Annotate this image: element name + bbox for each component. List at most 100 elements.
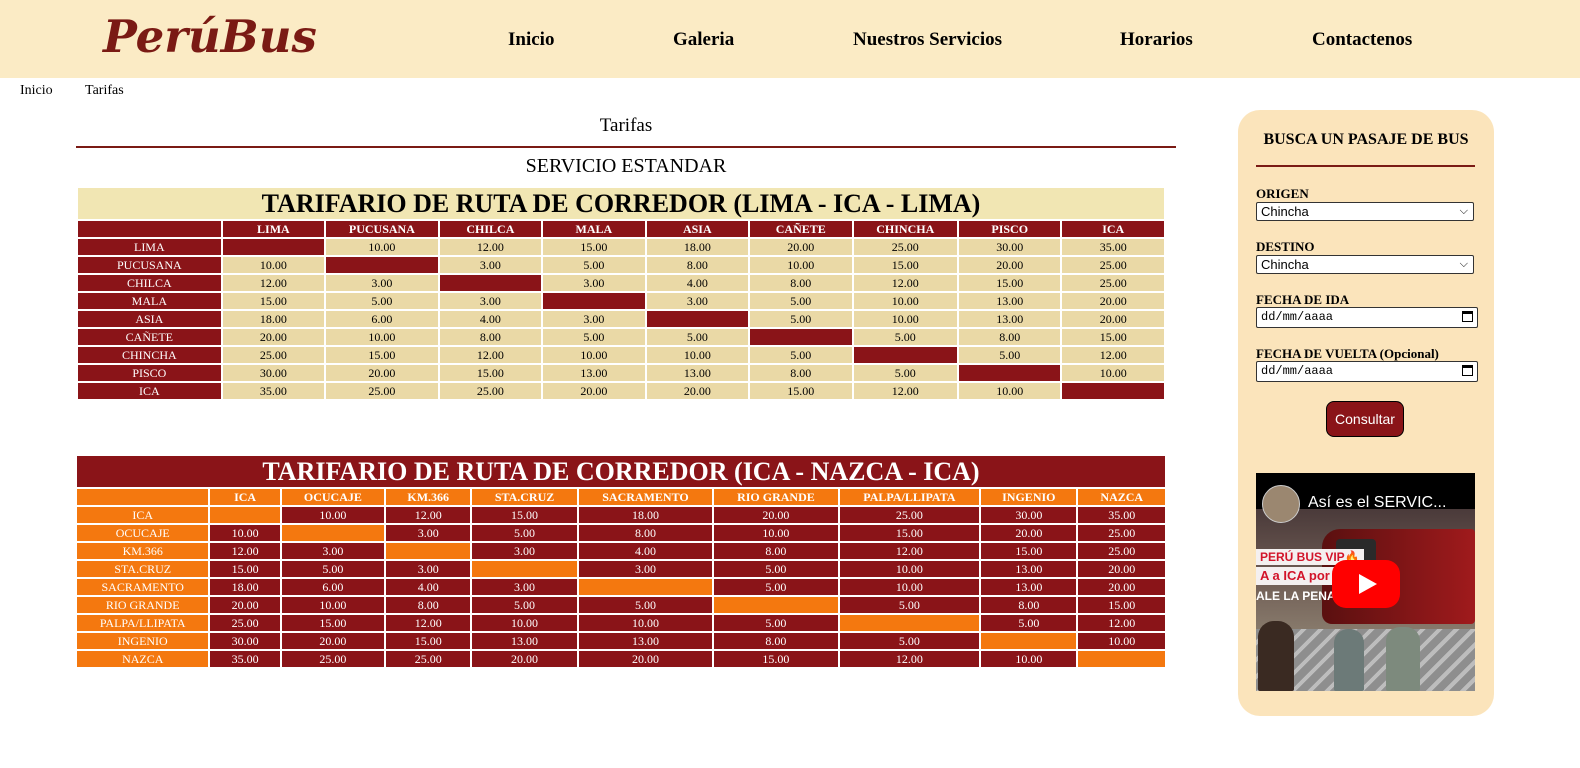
fare-cell: 18.00 [210,579,280,595]
fare-cell: 12.00 [1062,347,1164,363]
nav-galeria[interactable]: Galeria [673,28,734,52]
fare-cell: 12.00 [386,615,471,631]
fare-cell: 12.00 [853,383,957,399]
fare-cell: 10.00 [222,257,325,273]
fare-cell: 5.00 [326,293,438,309]
site-logo[interactable]: PerúBus [103,8,317,66]
consultar-button[interactable]: Consultar [1326,401,1404,437]
destino-select[interactable]: Chincha ⌵ [1256,255,1474,274]
column-header: MALA [543,221,645,237]
table-row: STA.CRUZ 15.00 5.00 3.00 3.00 5.00 10.00 13.00 2… [77,561,1165,577]
nav-contactenos[interactable]: Contactenos [1312,28,1412,52]
fecha-ida-placeholder: dd/mm/aaaa [1261,310,1334,324]
fare-cell: 12.00 [386,507,471,523]
fare-cell: 25.00 [1078,543,1165,559]
fecha-vuelta-input[interactable]: dd/mm/aaaa [1256,361,1478,382]
row-label: PUCUSANA [78,257,221,273]
fare-cell: 13.00 [958,293,1061,309]
column-header: LIMA [222,221,325,237]
breadcrumb-tarifas: Tarifas [85,83,124,98]
diagonal-cell [543,293,645,309]
diagonal-cell [958,365,1061,381]
fare-cell: 5.00 [646,329,749,345]
fare-cell: 5.00 [853,329,957,345]
fare-cell: 15.00 [1062,329,1164,345]
chevron-down-icon: ⌵ [1459,258,1468,270]
fare-cell: 15.00 [1078,597,1165,613]
fare-cell: 3.00 [439,293,542,309]
fare-cell: 13.00 [646,365,749,381]
column-header: PISCO [958,221,1061,237]
column-header: INGENIO [981,489,1077,505]
table-row: ASIA 18.00 6.00 4.00 3.00 5.00 10.00 13.00 20.00 [78,311,1164,327]
fare-cell: 25.00 [1078,525,1165,541]
fare-cell: 10.00 [839,579,980,595]
table-caption: TARIFARIO DE RUTA DE CORREDOR (ICA - NAZ… [77,456,1165,487]
row-label: CHINCHA [78,347,221,363]
calendar-icon[interactable] [1462,365,1473,376]
fare-cell: 30.00 [222,365,325,381]
fecha-ida-input[interactable]: dd/mm/aaaa [1256,307,1478,328]
video-embed[interactable]: PERÚ BUS VIP🔥 A a ICA por S/50 ALE LA PE… [1256,473,1475,691]
nav-inicio[interactable]: Inicio [508,28,554,52]
fare-cell: 12.00 [222,275,325,291]
fare-cell: 15.00 [210,561,280,577]
fare-cell: 4.00 [439,311,542,327]
fare-cell: 5.00 [281,561,385,577]
fare-cell: 12.00 [853,275,957,291]
video-title[interactable]: Así es el SERVIC... [1308,493,1473,513]
fare-cell: 3.00 [543,311,645,327]
fare-cell: 13.00 [472,633,577,649]
column-header: PALPA/LLIPATA [839,489,980,505]
play-icon[interactable] [1332,560,1400,608]
fare-cell: 8.00 [750,275,852,291]
fare-cell: 10.00 [281,597,385,613]
fare-cell: 5.00 [958,347,1061,363]
row-label: ASIA [78,311,221,327]
fare-cell: 20.00 [1062,311,1164,327]
channel-avatar[interactable] [1262,485,1300,523]
fare-cell: 5.00 [714,561,838,577]
diagonal-cell [981,633,1077,649]
diagonal-cell [1078,651,1165,667]
column-header: CHINCHA [853,221,957,237]
corner-cell [78,221,221,237]
fare-cell: 3.00 [646,293,749,309]
column-header: NAZCA [1078,489,1165,505]
diagonal-cell [750,329,852,345]
row-label: OCUCAJE [77,525,209,541]
fare-cell: 10.00 [839,561,980,577]
column-header: PUCUSANA [326,221,438,237]
fare-cell: 10.00 [578,615,713,631]
fare-cell: 5.00 [472,525,577,541]
fare-cell: 10.00 [1078,633,1165,649]
fare-cell: 30.00 [981,507,1077,523]
fare-cell: 20.00 [981,525,1077,541]
diagonal-cell [439,275,542,291]
page-title: Tarifas [599,115,653,136]
fare-cell: 5.00 [714,579,838,595]
nav-horarios[interactable]: Horarios [1120,28,1193,52]
diagonal-cell [578,579,713,595]
fare-cell: 4.00 [578,543,713,559]
fare-cell: 20.00 [714,507,838,523]
fare-cell: 3.00 [326,275,438,291]
fare-cell: 15.00 [750,383,852,399]
fare-cell: 25.00 [439,383,542,399]
fare-cell: 35.00 [1078,507,1165,523]
fare-table-ica-nazca: TARIFARIO DE RUTA DE CORREDOR (ICA - NAZ… [75,454,1167,669]
origen-selected-value: Chincha [1261,204,1309,219]
fare-cell: 20.00 [281,633,385,649]
row-label: ICA [78,383,221,399]
fare-cell: 10.00 [326,239,438,255]
fare-cell: 5.00 [714,615,838,631]
fare-cell: 25.00 [326,383,438,399]
origen-select[interactable]: Chincha ⌵ [1256,202,1474,221]
breadcrumb-inicio[interactable]: Inicio [20,83,53,99]
calendar-icon[interactable] [1462,311,1473,322]
bus-search-panel: BUSCA UN PASAJE DE BUS ORIGEN Chincha ⌵ … [1238,110,1494,716]
fare-cell: 8.00 [439,329,542,345]
fare-cell: 8.00 [386,597,471,613]
nav-nuestros-servicios[interactable]: Nuestros Servicios [853,28,1002,52]
search-panel-divider [1256,165,1475,167]
